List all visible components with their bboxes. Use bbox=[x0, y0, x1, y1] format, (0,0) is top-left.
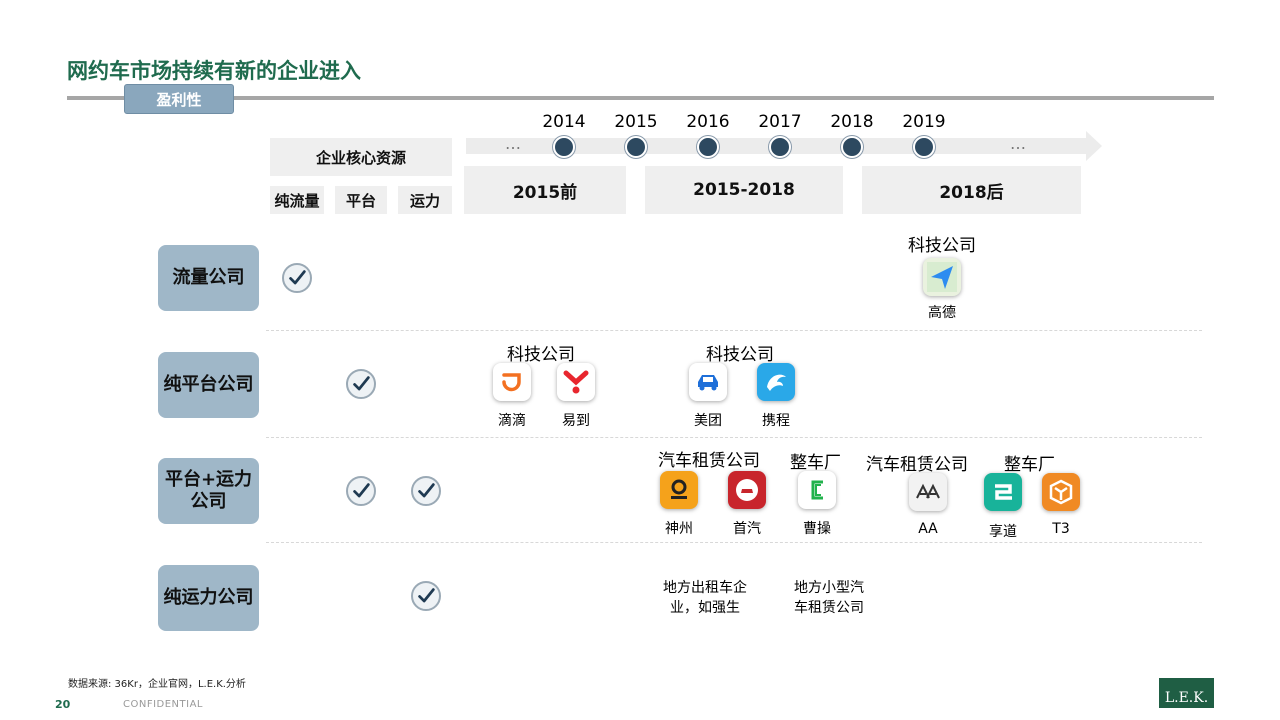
row-divider bbox=[266, 437, 1202, 438]
app-name: 高德 bbox=[928, 305, 956, 321]
resource-col-capacity: 运力 bbox=[398, 186, 452, 214]
app-name: 滴滴 bbox=[498, 413, 526, 429]
row-label-platform-capacity: 平台+运力 公司 bbox=[158, 458, 259, 524]
period-2015-2018: 2015-2018 bbox=[645, 166, 843, 214]
check-icon bbox=[346, 476, 376, 506]
group-label-tech: 科技公司 bbox=[507, 345, 575, 365]
year-label: 2018 bbox=[830, 112, 874, 132]
data-source-note: 数据来源: 36Kr，企业官网，L.E.K.分析 bbox=[68, 679, 246, 690]
app-name: 易到 bbox=[562, 413, 590, 429]
resources-header: 企业核心资源 bbox=[270, 138, 452, 176]
period-after-2018: 2018后 bbox=[862, 166, 1081, 214]
note-local-taxi: 地方出租车企 业，如强生 bbox=[663, 580, 747, 616]
year-marker bbox=[625, 136, 647, 158]
year-marker bbox=[841, 136, 863, 158]
app-name: T3 bbox=[1052, 521, 1070, 537]
gaode-map-icon bbox=[923, 258, 961, 296]
group-label-car-rental: 汽车租赁公司 bbox=[866, 455, 968, 475]
group-label-car-rental: 汽车租赁公司 bbox=[658, 451, 760, 471]
resource-col-platform: 平台 bbox=[335, 186, 387, 214]
check-icon bbox=[411, 476, 441, 506]
timeline-ellipsis-left: … bbox=[505, 134, 523, 153]
row-divider bbox=[266, 542, 1202, 543]
xiangdao-icon bbox=[984, 473, 1022, 511]
year-label: 2014 bbox=[542, 112, 586, 132]
check-icon bbox=[411, 581, 441, 611]
group-label-oem: 整车厂 bbox=[1004, 455, 1055, 475]
timeline-ellipsis-right: … bbox=[1010, 134, 1028, 153]
app-name: 神州 bbox=[665, 521, 693, 537]
aa-icon bbox=[909, 473, 947, 511]
app-name: AA bbox=[918, 521, 938, 537]
note-local-car-rental: 地方小型汽 车租赁公司 bbox=[794, 580, 864, 616]
t3-icon bbox=[1042, 473, 1080, 511]
group-label-oem: 整车厂 bbox=[790, 453, 841, 473]
year-label: 2019 bbox=[902, 112, 946, 132]
row-divider bbox=[266, 330, 1202, 331]
page-number: 20 bbox=[55, 698, 71, 711]
app-name: 享道 bbox=[989, 524, 1017, 540]
year-label: 2016 bbox=[686, 112, 730, 132]
resource-col-traffic: 纯流量 bbox=[270, 186, 324, 214]
lek-logo: L.E.K. bbox=[1159, 678, 1214, 708]
row-label-pure-platform: 纯平台公司 bbox=[158, 352, 259, 418]
title-underline bbox=[67, 96, 1214, 100]
confidential-label: CONFIDENTIAL bbox=[123, 699, 204, 710]
group-label-tech: 科技公司 bbox=[908, 236, 976, 256]
year-marker bbox=[913, 136, 935, 158]
timeline-arrowhead bbox=[1086, 131, 1102, 161]
app-name: 美团 bbox=[694, 413, 722, 429]
row-label-pure-capacity: 纯运力公司 bbox=[158, 565, 259, 631]
app-name: 曹操 bbox=[803, 521, 831, 537]
slide-title: 网约车市场持续有新的企业进入 bbox=[67, 59, 361, 83]
year-label: 2017 bbox=[758, 112, 802, 132]
meituan-car-icon bbox=[689, 363, 727, 401]
check-icon bbox=[346, 369, 376, 399]
row-label-traffic-company: 流量公司 bbox=[158, 245, 259, 311]
period-before-2015: 2015前 bbox=[464, 166, 626, 214]
check-icon bbox=[282, 263, 312, 293]
app-name: 首汽 bbox=[733, 521, 761, 537]
year-marker bbox=[769, 136, 791, 158]
didi-icon bbox=[493, 363, 531, 401]
year-label: 2015 bbox=[614, 112, 658, 132]
ctrip-dolphin-icon bbox=[757, 363, 795, 401]
shouqi-icon bbox=[728, 471, 766, 509]
shenzhou-icon bbox=[660, 471, 698, 509]
app-name: 携程 bbox=[762, 413, 790, 429]
year-marker bbox=[553, 136, 575, 158]
caocao-icon bbox=[798, 471, 836, 509]
section-tag: 盈利性 bbox=[124, 84, 234, 114]
year-marker bbox=[697, 136, 719, 158]
group-label-tech: 科技公司 bbox=[706, 345, 774, 365]
yidao-icon bbox=[557, 363, 595, 401]
